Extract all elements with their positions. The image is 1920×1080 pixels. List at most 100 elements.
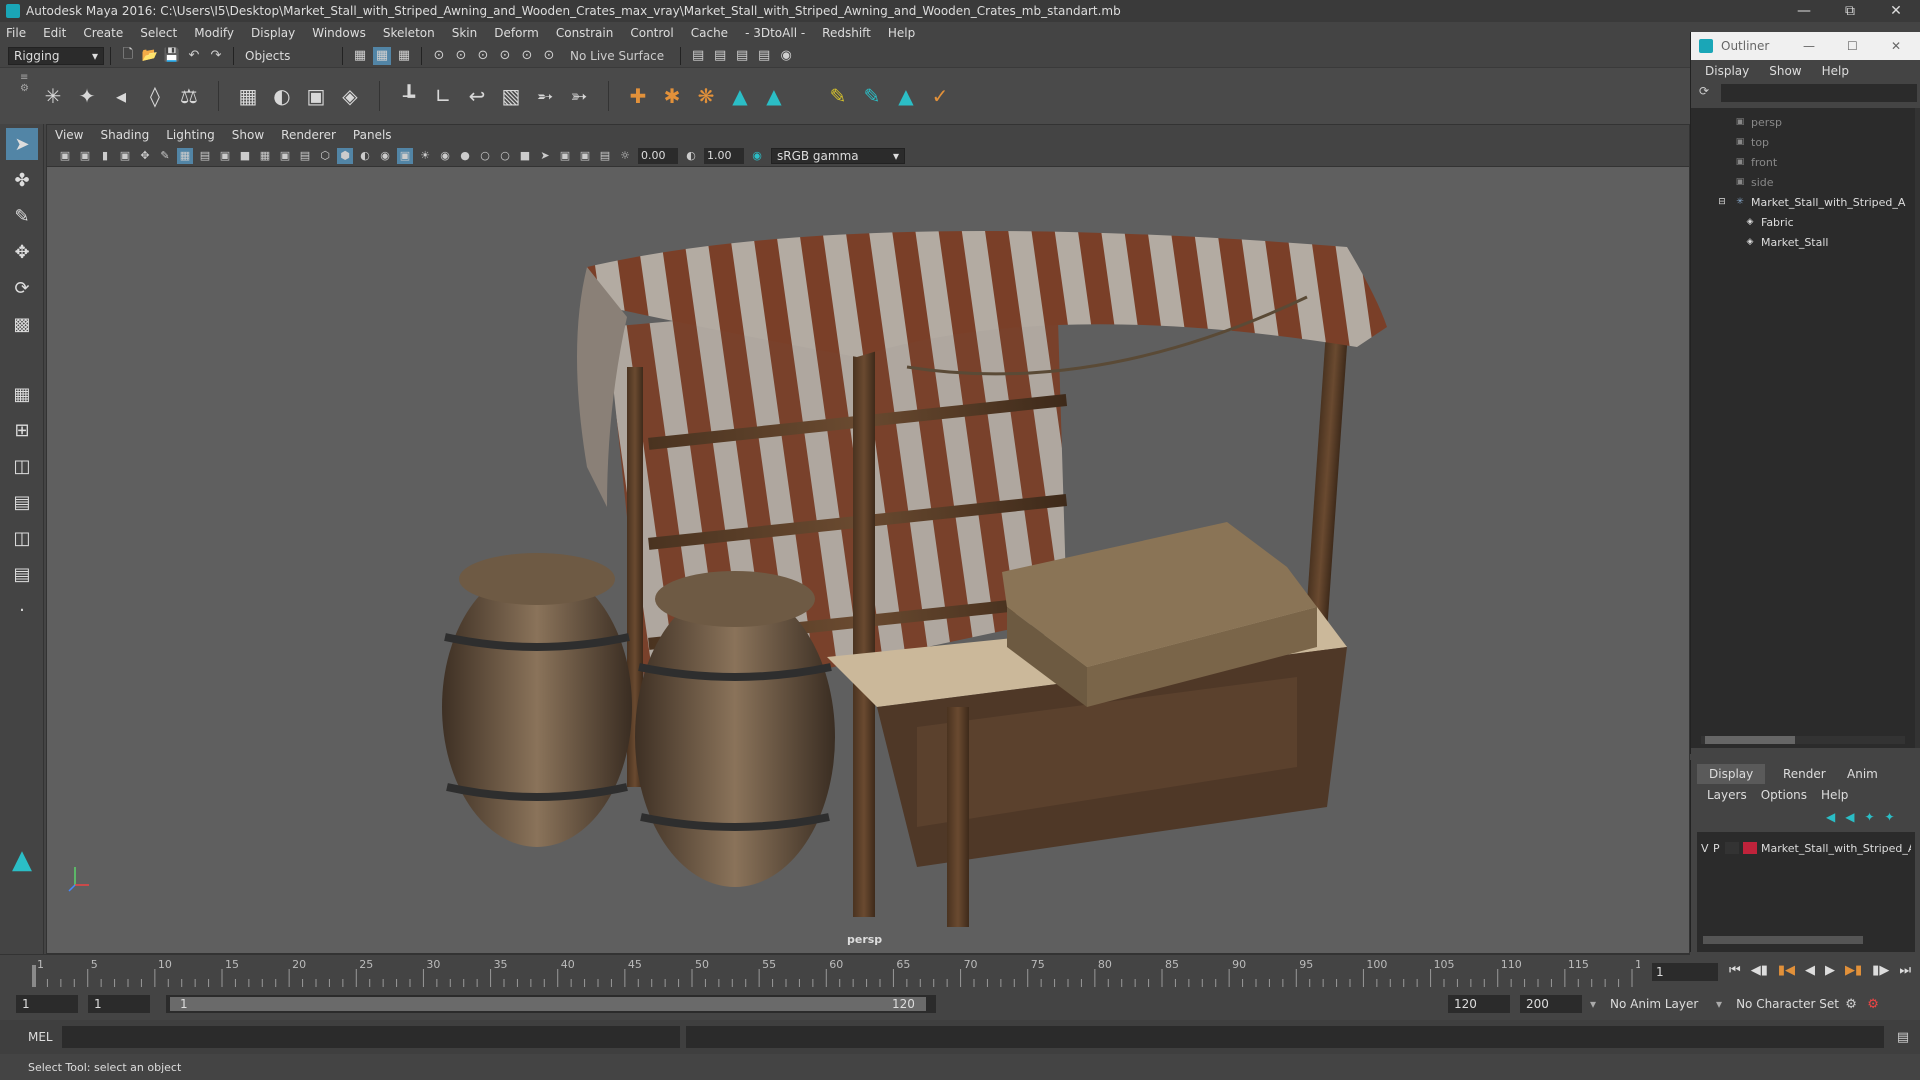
tab-render[interactable]: Render xyxy=(1771,764,1838,784)
range-slider-handle[interactable] xyxy=(170,997,926,1011)
anim-prefs-icon[interactable]: ⚙ xyxy=(1864,995,1882,1013)
wireframe-icon[interactable]: ⬡ xyxy=(317,148,333,164)
command-input[interactable] xyxy=(62,1026,680,1048)
pole-vector-icon[interactable]: ➳ xyxy=(564,81,594,111)
lasso-tool-icon[interactable]: ✤ xyxy=(6,164,38,196)
parent-constraint-icon[interactable]: ➵ xyxy=(530,81,560,111)
layer-row[interactable]: V P Market_Stall_with_Striped_Aw xyxy=(1697,838,1915,858)
current-frame-marker[interactable] xyxy=(32,965,36,987)
viewport-panel[interactable]: View Shading Lighting Show Renderer Pane… xyxy=(46,124,1690,954)
film-gate-icon[interactable]: ▤ xyxy=(197,148,213,164)
scrollbar-thumb[interactable] xyxy=(1705,736,1795,744)
menu-control[interactable]: Control xyxy=(630,26,673,40)
select-component-icon[interactable]: ▦ xyxy=(395,47,413,65)
undo-icon[interactable]: ↶ xyxy=(185,47,203,65)
ipr-render-icon[interactable]: ▤ xyxy=(711,47,729,65)
layers-menu[interactable]: Layers xyxy=(1707,788,1747,802)
humanik-body-icon[interactable]: ▲ xyxy=(759,81,789,111)
step-back-icon[interactable]: ▮◀ xyxy=(1778,963,1795,981)
rotate-tool-icon[interactable]: ⟳ xyxy=(6,272,38,304)
vertical-scrollbar[interactable] xyxy=(1915,108,1920,748)
resolution-gate-icon[interactable]: ▣ xyxy=(217,148,233,164)
minimize-icon[interactable]: — xyxy=(1784,0,1824,22)
menu-help[interactable]: Help xyxy=(888,26,915,40)
lights-icon[interactable]: ▣ xyxy=(397,147,413,164)
layer-color-swatch[interactable] xyxy=(1743,842,1757,854)
point-constraint-icon[interactable]: ┺ xyxy=(394,81,424,111)
render-settings-icon[interactable]: ▤ xyxy=(733,47,751,65)
layout-single-icon[interactable]: ▦ xyxy=(6,378,38,410)
gamma-field[interactable]: 1.00 xyxy=(704,147,744,164)
locator-icon[interactable]: ✚ xyxy=(623,81,653,111)
outliner-item-group[interactable]: ⊟ ✳ Market_Stall_with_Striped_A xyxy=(1691,192,1915,212)
menu-deform[interactable]: Deform xyxy=(494,26,539,40)
grid-icon[interactable]: ▦ xyxy=(177,147,193,164)
layout-two-icon[interactable]: ◫ xyxy=(6,450,38,482)
render-view-icon[interactable]: ◉ xyxy=(777,47,795,65)
insert-joint-icon[interactable]: ◊ xyxy=(140,81,170,111)
horizontal-scrollbar[interactable] xyxy=(1701,736,1905,744)
close-icon[interactable]: ✕ xyxy=(1891,39,1901,53)
ao-icon[interactable]: ◉ xyxy=(437,148,453,164)
bookmark-icon[interactable]: ▮ xyxy=(97,148,113,164)
layout-four-icon[interactable]: ⊞ xyxy=(6,414,38,446)
outliner-menu-show[interactable]: Show xyxy=(1769,64,1801,78)
bind-skin-icon[interactable]: ▦ xyxy=(233,81,263,111)
start-time-field[interactable]: 1 xyxy=(16,995,78,1013)
character-set-dropdown[interactable]: No Character Set xyxy=(1730,995,1841,1013)
scale-tool-icon[interactable]: ▩ xyxy=(6,308,38,340)
snap-point-icon[interactable]: ⊙ xyxy=(474,47,492,65)
vp-menu-lighting[interactable]: Lighting xyxy=(166,128,215,142)
maya-logo-icon[interactable]: ▲ xyxy=(891,81,921,111)
play-forward-icon[interactable]: ▶ xyxy=(1825,963,1835,981)
safe-action-icon[interactable]: ▣ xyxy=(277,148,293,164)
color-management-icon[interactable]: ◉ xyxy=(749,148,765,164)
help-menu[interactable]: Help xyxy=(1821,788,1848,802)
vp-menu-renderer[interactable]: Renderer xyxy=(281,128,336,142)
shelf-options-icon[interactable]: ≡ ⚙ xyxy=(20,72,30,116)
move-tool-icon[interactable]: ✥ xyxy=(6,236,38,268)
shadows-icon[interactable]: ☀ xyxy=(417,148,433,164)
vp-menu-panels[interactable]: Panels xyxy=(353,128,392,142)
menu-display[interactable]: Display xyxy=(251,26,295,40)
new-scene-icon[interactable]: 🗋 xyxy=(119,47,137,65)
live-surface-label[interactable]: No Live Surface xyxy=(570,49,664,63)
grease-pencil-icon[interactable]: ✎ xyxy=(157,148,173,164)
selection-mode-dropdown[interactable]: Objects xyxy=(240,46,336,65)
paint-select-icon[interactable]: ✎ xyxy=(6,200,38,232)
layer-visibility-toggle[interactable]: V xyxy=(1701,842,1713,855)
menu-edit[interactable]: Edit xyxy=(43,26,66,40)
select-hierarchy-icon[interactable]: ▦ xyxy=(351,47,369,65)
go-to-start-icon[interactable]: ⏮ xyxy=(1729,963,1741,981)
current-frame-field[interactable]: 1 xyxy=(1652,963,1718,981)
chevron-down-icon[interactable]: ▾ xyxy=(1590,997,1596,1011)
twod-pan-icon[interactable]: ✥ xyxy=(137,148,153,164)
menu-modify[interactable]: Modify xyxy=(194,26,234,40)
snap-grid-icon[interactable]: ⊙ xyxy=(430,47,448,65)
vp-menu-show[interactable]: Show xyxy=(232,128,264,142)
dof-icon[interactable]: ○ xyxy=(497,148,513,164)
color-space-dropdown[interactable]: sRGB gamma ▾ xyxy=(771,147,905,164)
camera-attr-icon[interactable]: ▣ xyxy=(77,148,93,164)
backface-icon[interactable]: ▤ xyxy=(597,148,613,164)
menu-cache[interactable]: Cache xyxy=(691,26,728,40)
camera-icon[interactable]: ▣ xyxy=(57,148,73,164)
outliner-menu-display[interactable]: Display xyxy=(1705,64,1749,78)
new-layer-selected-icon[interactable]: ✦ xyxy=(1885,810,1895,824)
range-slider[interactable]: 1 120 xyxy=(166,995,936,1013)
joint-tool-icon[interactable]: ✳ xyxy=(38,81,68,111)
play-back-icon[interactable]: ◀ xyxy=(1805,963,1815,981)
xray-active-icon[interactable]: ▣ xyxy=(577,148,593,164)
aim-constraint-icon[interactable]: ∟ xyxy=(428,81,458,111)
script-editor-icon[interactable]: ▤ xyxy=(1894,1028,1912,1046)
layer-playback-toggle[interactable]: P xyxy=(1713,842,1725,855)
end-time-field[interactable]: 200 xyxy=(1520,995,1582,1013)
scene-render[interactable] xyxy=(47,167,1689,953)
auto-key-icon[interactable]: ⚙ xyxy=(1842,995,1860,1013)
paint-weights-icon[interactable]: ◐ xyxy=(267,81,297,111)
layout-hypershade-icon[interactable]: ▤ xyxy=(6,558,38,590)
outliner-search-input[interactable] xyxy=(1721,84,1917,102)
options-menu[interactable]: Options xyxy=(1761,788,1807,802)
go-to-end-icon[interactable]: ⏭ xyxy=(1899,963,1911,981)
move-layer-up-icon[interactable]: ◀ xyxy=(1826,810,1835,824)
